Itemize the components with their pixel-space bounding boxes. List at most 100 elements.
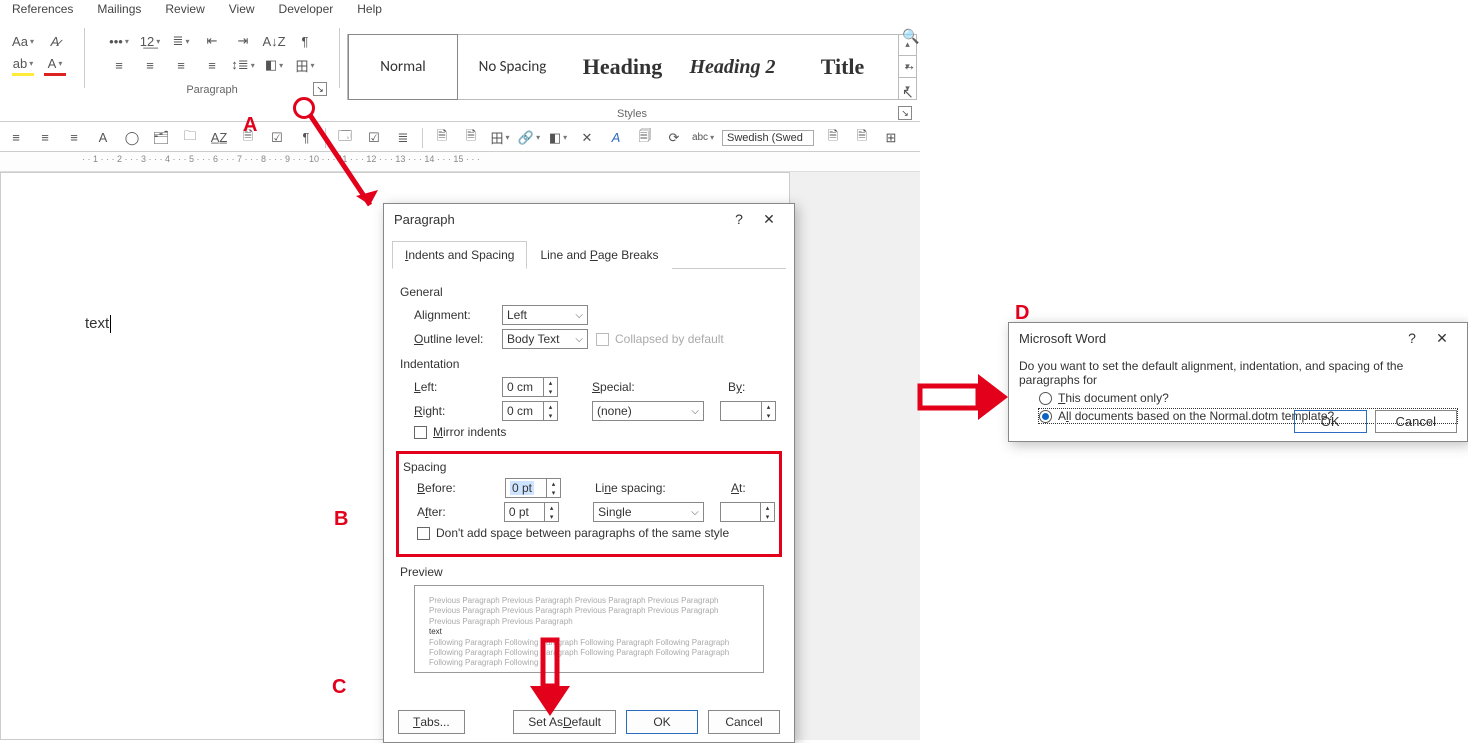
show-marks-icon[interactable]: ¶ — [294, 30, 316, 52]
qat-link-icon[interactable]: 🔗 — [519, 128, 539, 148]
menu-help[interactable]: Help — [355, 0, 384, 22]
qat-fill-icon[interactable]: ◧ — [548, 128, 568, 148]
qat-icon[interactable]: 🗀 — [180, 128, 200, 148]
align-right-icon[interactable]: ≡ — [170, 54, 192, 76]
qat-font-icon[interactable]: A — [93, 128, 113, 148]
font-color-icon[interactable]: A — [44, 54, 66, 76]
at-spin[interactable]: ▴▾ — [720, 502, 775, 522]
confirm-cancel-button[interactable]: Cancel — [1375, 410, 1457, 433]
anno-B: B — [334, 508, 348, 531]
qat-icon[interactable]: A̲Z̲ — [209, 128, 229, 148]
qat-table-icon[interactable]: 田 — [490, 128, 510, 148]
left-spin[interactable]: 0 cm▴▾ — [502, 377, 558, 397]
numbering-icon[interactable]: 1̲2̲ — [139, 30, 161, 52]
menu-mail[interactable]: Mailings — [95, 0, 143, 22]
qat-strike-icon[interactable]: ✕ — [577, 128, 597, 148]
qat-icon[interactable]: 🗂 — [151, 128, 171, 148]
radio-this-doc[interactable]: This document only? — [1039, 391, 1457, 405]
menu-view[interactable]: View — [227, 0, 257, 22]
style-title[interactable]: Title — [788, 34, 898, 100]
qat-italic-icon[interactable]: A — [606, 128, 626, 148]
sort-icon[interactable]: A↓Z — [263, 30, 285, 52]
highlight-icon[interactable]: ab — [12, 54, 34, 76]
align-left-icon[interactable]: ≡ — [108, 54, 130, 76]
qat-icon[interactable]: 🗎 — [823, 128, 843, 148]
find-icon[interactable]: 🔍 — [902, 28, 919, 45]
qat-icon[interactable]: ◯ — [122, 128, 142, 148]
left-label: Left: — [414, 380, 494, 394]
bullets-icon[interactable]: ••• — [108, 30, 130, 52]
styles-launcher[interactable]: ↘ — [898, 106, 912, 120]
qat-icon[interactable]: ≡ — [6, 128, 26, 148]
menu-review[interactable]: Review — [163, 0, 206, 22]
linespacing-combo[interactable]: Single — [593, 502, 704, 522]
decrease-indent-icon[interactable]: ⇤ — [201, 30, 223, 52]
line-spacing-icon[interactable]: ↕≣ — [232, 54, 254, 76]
mirror-checkbox[interactable] — [414, 426, 427, 439]
qat-icon[interactable]: ≡ — [35, 128, 55, 148]
ruler[interactable]: · · 1 · · · 2 · · · 3 · · · 4 · · · 5 · … — [0, 152, 920, 172]
styles-label: Styles — [617, 108, 647, 120]
qat-icon[interactable]: 🗎 — [432, 128, 452, 148]
change-case-icon[interactable]: Aa — [12, 30, 34, 52]
paragraph-group: ••• 1̲2̲ ≣ ⇤ ⇥ A↓Z ¶ ≡ ≡ ≡ ≡ ↕≣ ◧ 田 Para… — [97, 28, 327, 78]
anno-arrow-A — [300, 110, 390, 220]
alignment-combo[interactable]: Left — [502, 305, 588, 325]
qat-icon[interactable]: 🗎 — [852, 128, 872, 148]
document-text[interactable]: text — [85, 315, 111, 333]
confirm-close-button[interactable]: ✕ — [1427, 330, 1457, 347]
replace-icon[interactable]: ↔ — [902, 57, 919, 73]
outline-combo[interactable]: Body Text — [502, 329, 588, 349]
tab-indents[interactable]: Indents and Spacing — [392, 241, 527, 269]
shading-icon[interactable]: ◧ — [263, 54, 285, 76]
select-icon[interactable]: ↖ — [902, 85, 919, 102]
style-heading1[interactable]: Heading — [568, 34, 678, 100]
cancel-button[interactable]: Cancel — [708, 710, 780, 734]
justify-icon[interactable]: ≡ — [201, 54, 223, 76]
style-normal[interactable]: Normal — [348, 34, 458, 100]
confirm-question: Do you want to set the default alignment… — [1019, 359, 1457, 387]
menu-refs[interactable]: References — [10, 0, 75, 22]
align-center-icon[interactable]: ≡ — [139, 54, 161, 76]
menubar: References Mailings Review View Develope… — [0, 0, 384, 22]
styles-gallery[interactable]: Normal No Spacing Heading Heading 2 Titl… — [347, 34, 917, 100]
qat-icon[interactable]: ☑ — [267, 128, 287, 148]
clear-format-icon[interactable]: A̷ — [44, 30, 66, 52]
style-heading2[interactable]: Heading 2 — [678, 34, 788, 100]
preview-box: Previous Paragraph Previous Paragraph Pr… — [414, 585, 764, 673]
alignment-label: Alignment: — [414, 308, 494, 322]
multilevel-icon[interactable]: ≣ — [170, 30, 192, 52]
by-label: By: — [728, 380, 758, 394]
confirm-ok-button[interactable]: OK — [1294, 410, 1367, 433]
after-spin[interactable]: 0 pt▴▾ — [504, 502, 559, 522]
tab-breaks[interactable]: Line and Page Breaks — [527, 241, 671, 269]
qat-refresh-icon[interactable]: ⟳ — [664, 128, 684, 148]
right-spin[interactable]: 0 cm▴▾ — [502, 401, 558, 421]
ok-button[interactable]: OK — [626, 710, 698, 734]
dontadd-checkbox[interactable] — [417, 527, 430, 540]
qat-icon[interactable]: ≡ — [64, 128, 84, 148]
qat-icon[interactable]: 🗎 — [461, 128, 481, 148]
qat-abc-icon[interactable]: abc — [693, 128, 713, 148]
language-select[interactable]: Swedish (Swed — [722, 130, 814, 146]
style-nospacing[interactable]: No Spacing — [458, 34, 568, 100]
menu-dev[interactable]: Developer — [277, 0, 336, 22]
paragraph-label: Paragraph — [186, 84, 237, 96]
paragraph-launcher[interactable]: ↘ — [313, 82, 327, 96]
qat-icon[interactable]: 🗐 — [635, 128, 655, 148]
close-button[interactable]: ✕ — [754, 211, 784, 228]
special-combo[interactable]: (none) — [592, 401, 704, 421]
qat-icon[interactable]: ≣ — [393, 128, 413, 148]
before-spin[interactable]: 0 pt▴▾ — [505, 478, 561, 498]
confirm-help-button[interactable]: ? — [1397, 330, 1427, 346]
increase-indent-icon[interactable]: ⇥ — [232, 30, 254, 52]
borders-icon[interactable]: 田 — [294, 54, 316, 76]
dialog-titlebar[interactable]: Paragraph ? ✕ — [384, 204, 794, 234]
qat-icon[interactable]: ⊞ — [881, 128, 901, 148]
by-spin[interactable]: ▴▾ — [720, 401, 776, 421]
help-button[interactable]: ? — [724, 211, 754, 227]
confirm-titlebar[interactable]: Microsoft Word ? ✕ — [1009, 323, 1467, 353]
tabs-button[interactable]: Tabs... — [398, 710, 465, 734]
outline-label: Outline level: — [414, 332, 494, 346]
preview-section: Preview Previous Paragraph Previous Para… — [400, 565, 778, 673]
